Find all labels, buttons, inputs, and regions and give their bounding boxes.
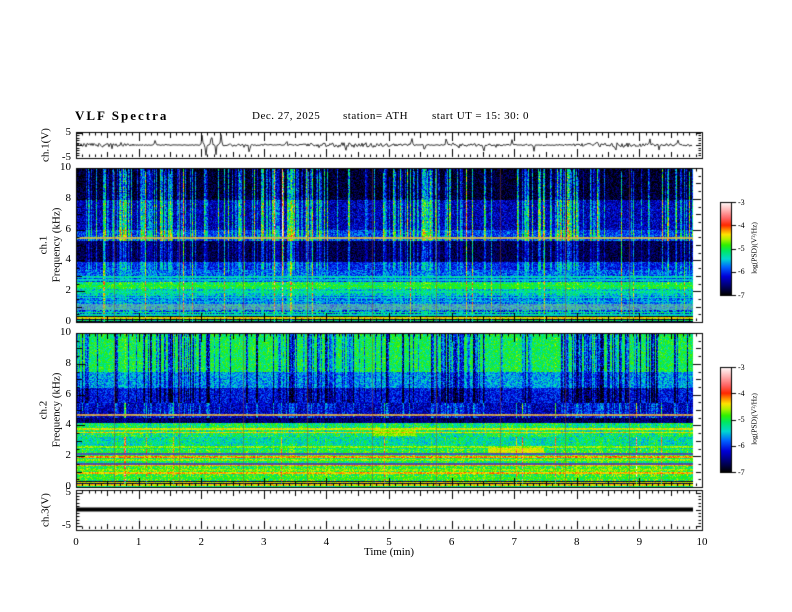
ch1-freq-tick-label: 8 (65, 191, 72, 204)
colorbar1-tick-label: -5 (738, 244, 745, 253)
time-tick-label: 5 (386, 536, 392, 548)
ch3-volt-tick-label: -5 (61, 519, 71, 532)
ch1-volt-tick-label: -5 (61, 150, 71, 163)
time-tick-label: 8 (574, 536, 580, 548)
ch1-frequency-axis-label: ch.1 Frequency (kHz) (37, 208, 62, 283)
ch2-freq-tick-label: 8 (65, 356, 72, 369)
colorbar2-label: log(PSD)(V²/Hz) (749, 393, 759, 445)
date-label: Dec. 27, 2025 (252, 110, 321, 122)
ch2-freq-tick-label: 2 (65, 449, 72, 462)
ch3-volt-tick-label: 5 (65, 485, 72, 498)
colorbar1-tick-label: -4 (738, 220, 745, 230)
ch2-freq-tick-label: 6 (65, 387, 72, 400)
ch1-freq-tick-label: 10 (60, 161, 71, 173)
colorbar2-tick-label: -7 (738, 467, 745, 477)
ch2-spec-label-line2: Frequency (kHz) (50, 372, 62, 448)
time-tick-label: 0 (73, 536, 79, 548)
time-tick-label: 10 (696, 536, 708, 548)
ch1-freq-tick-label: 2 (65, 284, 72, 297)
figure-title: VLF Spectra (75, 108, 169, 123)
time-tick-label: 4 (323, 536, 330, 548)
vlf-spectra-figure: VLF Spectra Dec. 27, 2025 station= ATH s… (0, 0, 792, 612)
spectra-plot-canvas (0, 0, 792, 612)
colorbar2-tick-label: -4 (738, 388, 745, 398)
ch1-spec-label-line1: ch.1 (37, 235, 50, 255)
ch2-frequency-axis-label: ch.2 Frequency (kHz) (37, 373, 62, 448)
colorbar2-tick-label: -5 (738, 415, 745, 424)
ch2-freq-tick-label: 4 (65, 418, 72, 431)
colorbar2-tick-label: -3 (738, 362, 745, 372)
time-tick-label: 2 (198, 536, 204, 548)
ch1-volt-tick-label: 5 (65, 125, 72, 138)
time-tick-label: 3 (261, 536, 267, 548)
time-tick-label: 6 (448, 536, 455, 548)
station-label: station= ATH (343, 110, 409, 122)
ch1-voltage-axis-label: ch.1(V) (39, 128, 52, 162)
colorbar1-tick-label: -3 (738, 197, 745, 207)
colorbar1-label: log(PSD)(V²/Hz) (749, 222, 759, 274)
ch2-spec-label-line1: ch.2 (37, 400, 50, 420)
colorbar2-tick-label: -6 (738, 441, 745, 451)
ch1-freq-tick-label: 6 (65, 222, 72, 235)
colorbar1-tick-label: -7 (738, 290, 745, 300)
start-ut-label: start UT = 15: 30: 0 (432, 110, 529, 122)
time-tick-label: 1 (135, 536, 142, 548)
colorbar1-tick-label: -6 (738, 267, 745, 277)
ch2-freq-tick-label: 10 (60, 326, 71, 338)
time-tick-label: 9 (636, 536, 643, 548)
ch1-freq-tick-label: 4 (65, 253, 72, 266)
ch1-spec-label-line2: Frequency (kHz) (50, 207, 62, 283)
time-tick-label: 7 (511, 536, 517, 548)
ch3-voltage-axis-label: ch.3(V) (39, 493, 52, 527)
